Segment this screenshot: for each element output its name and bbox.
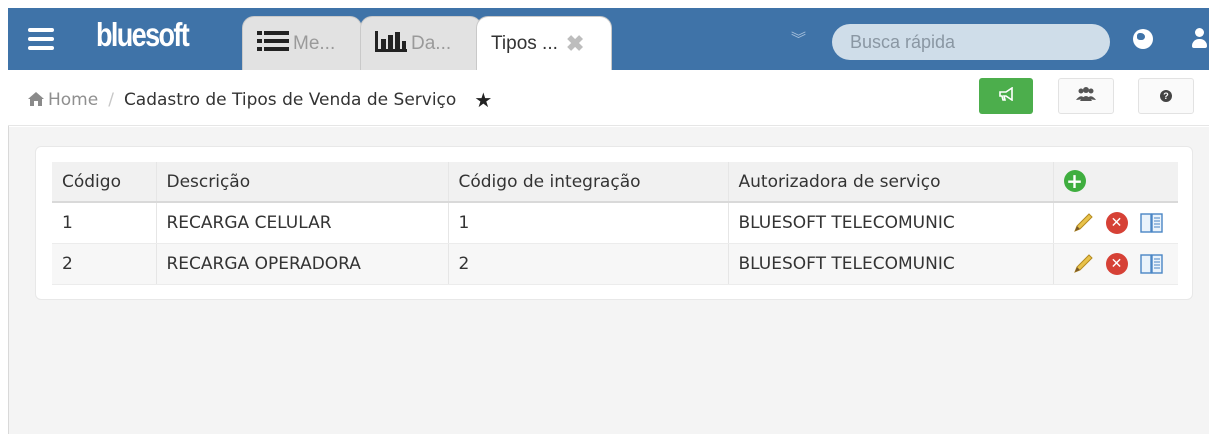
header-autorizadora: Autorizadora de serviço: [727, 162, 1053, 203]
cell-codigo: 1: [52, 202, 156, 244]
favorite-star-icon[interactable]: ★: [474, 88, 492, 112]
megaphone-icon: [998, 86, 1014, 105]
cell-autorizadora: BLUESOFT TELECOMUNIC: [727, 202, 1053, 244]
header-descricao: Descrição: [155, 162, 448, 203]
double-chevron-down-icon[interactable]: ︾: [791, 28, 806, 49]
cell-autorizadora: BLUESOFT TELECOMUNIC: [727, 243, 1053, 285]
help-button[interactable]: ?: [1138, 78, 1194, 114]
header-codigo: Código: [52, 162, 156, 203]
page-title: Cadastro de Tipos de Venda de Serviço: [123, 90, 457, 110]
cell-descricao: RECARGA CELULAR: [155, 202, 448, 244]
cell-codigo: 2: [52, 243, 156, 285]
delete-icon[interactable]: ✕: [1105, 211, 1128, 234]
table-row: 1 RECARGA CELULAR 1 BLUESOFT TELECOMUNIC…: [52, 202, 1178, 244]
home-icon[interactable]: [28, 91, 44, 110]
edit-pencil-icon[interactable]: [1072, 212, 1094, 234]
tab-label: Tipos ...: [491, 32, 558, 54]
breadcrumb: Home / Cadastro de Tipos de Venda de Ser…: [28, 88, 492, 112]
cell-integracao: 2: [447, 243, 728, 285]
details-book-icon[interactable]: [1139, 212, 1164, 234]
cell-actions: ✕: [1052, 202, 1178, 244]
search-input[interactable]: [832, 24, 1110, 60]
edit-pencil-icon[interactable]: [1072, 253, 1094, 275]
cell-integracao: 1: [447, 202, 728, 244]
main-content: Código Descrição Código de integração Au…: [9, 127, 1209, 434]
top-bar: bluesoft Me... Da... Tipos ... ✖ ︾: [8, 8, 1209, 70]
tab-tipos[interactable]: Tipos ... ✖: [476, 16, 612, 70]
tab-label: Da...: [411, 32, 452, 54]
table-header-row: Código Descrição Código de integração Au…: [52, 162, 1178, 203]
breadcrumb-separator: /: [108, 90, 114, 110]
delete-icon[interactable]: ✕: [1105, 252, 1128, 275]
announcements-button[interactable]: [979, 78, 1033, 114]
table-card: Código Descrição Código de integração Au…: [35, 146, 1193, 300]
details-book-icon[interactable]: [1139, 253, 1164, 275]
list-icon: [257, 29, 289, 59]
users-button[interactable]: [1058, 78, 1114, 114]
user-icon[interactable]: [1192, 28, 1208, 50]
breadcrumb-home-link[interactable]: Home: [48, 90, 98, 110]
header-actions: +: [1052, 162, 1178, 203]
help-icon: ?: [1160, 90, 1172, 102]
breadcrumb-bar: Home / Cadastro de Tipos de Venda de Ser…: [8, 70, 1209, 126]
app-logo[interactable]: bluesoft: [96, 16, 190, 54]
tab-label: Me...: [293, 32, 336, 54]
users-icon: [1076, 87, 1096, 105]
globe-icon[interactable]: [1133, 29, 1153, 49]
close-icon[interactable]: ✖: [566, 31, 584, 57]
cell-descricao: RECARGA OPERADORA: [155, 243, 448, 285]
tab-dashboard[interactable]: Da...: [360, 16, 482, 70]
cell-actions: ✕: [1052, 243, 1178, 285]
add-icon[interactable]: +: [1063, 170, 1086, 192]
header-codigo-integracao: Código de integração: [447, 162, 728, 203]
table-row: 2 RECARGA OPERADORA 2 BLUESOFT TELECOMUN…: [52, 243, 1178, 285]
bar-chart-icon: [375, 29, 407, 59]
tab-menu[interactable]: Me...: [242, 16, 362, 70]
hamburger-menu-icon[interactable]: [28, 28, 54, 50]
data-table: Código Descrição Código de integração Au…: [52, 162, 1178, 285]
